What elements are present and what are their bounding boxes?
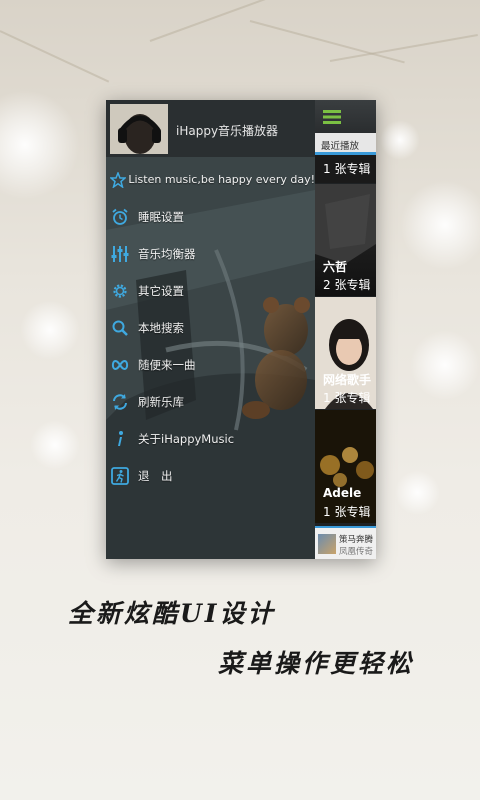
menu-item-exit[interactable]: 退 出 [106, 457, 315, 494]
menu-item-random-song[interactable]: 随便来一曲 [106, 346, 315, 383]
artist-name: 网络歌手 [323, 373, 372, 387]
menu-item-label: 刷新乐库 [138, 394, 184, 409]
menu-item-about[interactable]: 关于iHappyMusic [106, 420, 315, 457]
artist-name: Adele [323, 486, 362, 500]
album-count: 1 张专辑 [323, 162, 371, 176]
tab-bar: 最近播放 [315, 133, 376, 155]
menu-item-label: 睡眠设置 [138, 209, 184, 224]
album-count: 1 张专辑 [323, 505, 371, 519]
avatar[interactable] [110, 104, 168, 154]
shuffle-icon [109, 354, 131, 376]
main-panel: 最近播放 1 张专辑 六哲 2 张专辑 网络歌手 1 张专辑 Adele 1 张… [315, 100, 376, 559]
menu-item-label: Listen music,be happy every day! [128, 173, 315, 186]
menu-item-label: 其它设置 [138, 283, 184, 298]
artist-card[interactable]: 1 张专辑 [315, 155, 376, 183]
slogan-line-2: 菜单操作更轻松 [218, 649, 415, 678]
drawer-header: iHappy音乐播放器 [106, 100, 315, 157]
artist-name: 六哲 [323, 260, 348, 274]
action-bar [315, 100, 376, 133]
album-cover [318, 534, 336, 554]
app-title: iHappy音乐播放器 [176, 124, 279, 138]
drawer-menu: Listen music,be happy every day! 睡眠设置 音乐… [106, 161, 315, 494]
tab-recent-played[interactable]: 最近播放 [321, 138, 359, 152]
navigation-drawer: iHappy音乐播放器 Listen music,be happy every … [106, 100, 315, 559]
menu-item-local-search[interactable]: 本地搜索 [106, 309, 315, 346]
now-playing-artist: 凤凰传奇 [339, 547, 374, 557]
menu-item-label: 音乐均衡器 [138, 246, 196, 261]
menu-item-label: 关于iHappyMusic [138, 431, 235, 446]
artist-card[interactable]: Adele 1 张专辑 [315, 410, 376, 523]
search-icon [109, 317, 131, 339]
album-count: 1 张专辑 [323, 391, 371, 405]
menu-item-other-settings[interactable]: 其它设置 [106, 272, 315, 309]
now-playing-bar[interactable]: 策马奔腾 凤凰传奇 [315, 526, 376, 559]
menu-item-equalizer[interactable]: 音乐均衡器 [106, 235, 315, 272]
headphones-photo [110, 104, 168, 154]
equalizer-icon [109, 243, 131, 265]
menu-item-label: 随便来一曲 [138, 357, 196, 372]
menu-item-refresh-library[interactable]: 刷新乐库 [106, 383, 315, 420]
star-icon [109, 169, 127, 191]
exit-icon [109, 465, 131, 487]
phone-screenshot: iHappy音乐播放器 Listen music,be happy every … [106, 100, 376, 559]
artist-card[interactable]: 网络歌手 1 张专辑 [315, 297, 376, 409]
hamburger-menu-icon[interactable] [323, 109, 341, 128]
album-count: 2 张专辑 [323, 278, 371, 292]
menu-item-label: 退 出 [138, 468, 173, 483]
menu-item-slogan[interactable]: Listen music,be happy every day! [106, 161, 315, 198]
alarm-clock-icon [109, 206, 131, 228]
menu-item-label: 本地搜索 [138, 320, 184, 335]
now-playing-title: 策马奔腾 [339, 535, 374, 545]
artist-card[interactable]: 六哲 2 张专辑 [315, 184, 376, 296]
menu-item-sleep-settings[interactable]: 睡眠设置 [106, 198, 315, 235]
refresh-icon [109, 391, 131, 413]
gear-icon [109, 280, 131, 302]
info-icon [109, 428, 131, 450]
slogan-line-1: 全新炫酷UI设计 [68, 599, 276, 628]
